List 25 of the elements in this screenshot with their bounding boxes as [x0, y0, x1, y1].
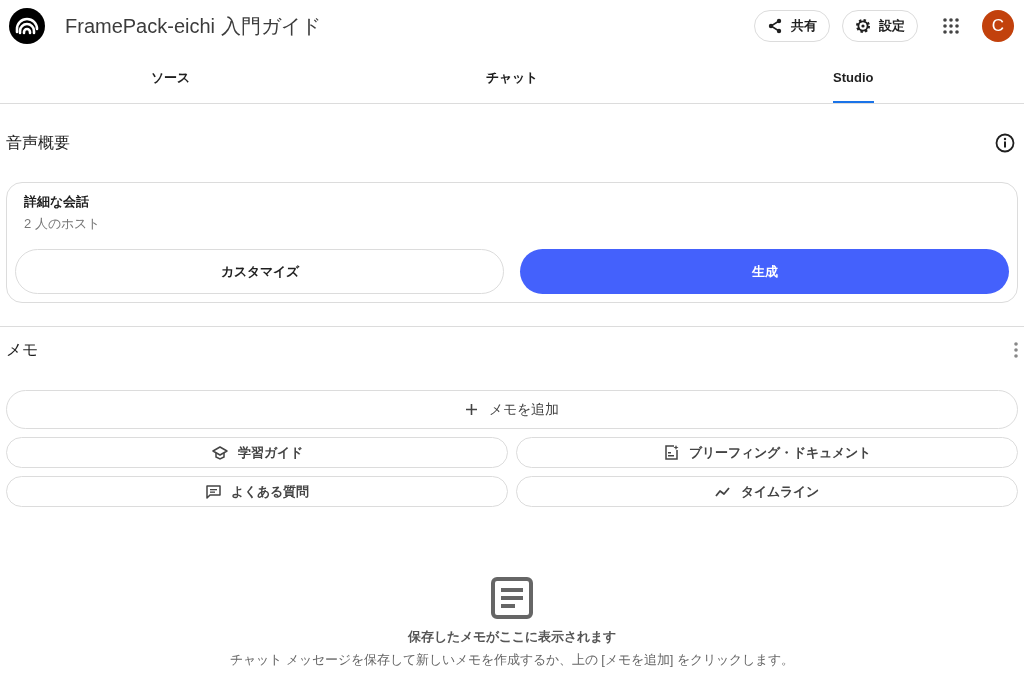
empty-title: 保存したメモがここに表示されます: [408, 628, 616, 646]
info-icon[interactable]: [995, 133, 1015, 153]
generate-button[interactable]: 生成: [520, 249, 1009, 294]
tab[interactable]: Studio: [833, 52, 874, 103]
card-title: 詳細な会話: [24, 193, 90, 211]
section-title: メモ: [6, 340, 38, 360]
logo-icon[interactable]: [9, 8, 45, 44]
notebook-title: FramePack-eichi 入門ガイド: [65, 14, 321, 39]
apps-icon[interactable]: [942, 17, 960, 35]
graduation-cap-icon: [211, 445, 228, 460]
chat-lines-icon: [205, 484, 221, 499]
section-title: 音声概要: [6, 133, 70, 153]
tab[interactable]: チャット: [486, 52, 538, 103]
customize-button[interactable]: カスタマイズ: [15, 249, 504, 294]
share-icon: [767, 18, 783, 34]
empty-message: チャット メッセージを保存して新しいメモを作成するか、上の [メモを追加] をクリックします。: [229, 650, 795, 669]
trend-line-icon: [715, 486, 731, 497]
plus-icon: [465, 404, 477, 415]
note-icon: [491, 577, 533, 619]
more-icon[interactable]: [1014, 342, 1018, 358]
tab[interactable]: ソース: [151, 52, 191, 103]
account-avatar[interactable]: C: [982, 10, 1014, 42]
card-subtitle: 2 人のホスト: [24, 214, 101, 233]
document-sparkle-icon: [663, 445, 679, 460]
settings-icon: [855, 18, 871, 34]
